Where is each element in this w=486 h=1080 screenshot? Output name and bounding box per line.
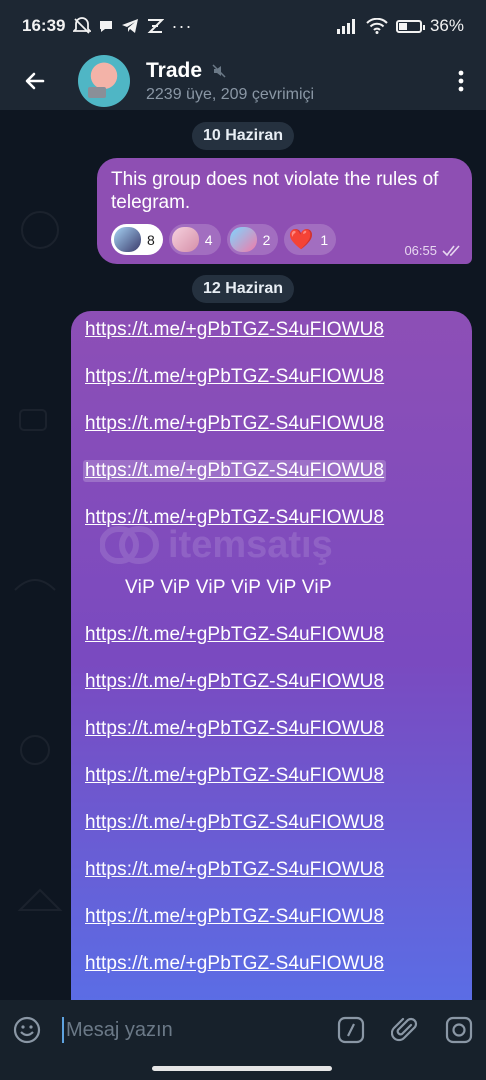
- reaction-chip[interactable]: 8: [111, 224, 163, 255]
- status-right-icons: 36%: [336, 16, 464, 36]
- status-bar: 16:39 ··· 36%: [0, 0, 486, 52]
- vip-text: ViP ViP ViP ViP ViP ViP: [125, 577, 332, 598]
- home-indicator[interactable]: [152, 1066, 332, 1071]
- battery-icon: [395, 19, 425, 33]
- status-time: 16:39: [22, 16, 66, 35]
- invite-link[interactable]: https://t.me/+gPbTGZ-S4uFIOWU8: [83, 460, 387, 482]
- reaction-count: 8: [147, 231, 155, 248]
- chat-title-block[interactable]: Trade 2239 üye, 209 çevrimiçi: [146, 59, 314, 104]
- invite-link[interactable]: https://t.me/+gPbTGZ-S4uFIOWU8: [85, 624, 384, 646]
- attach-button[interactable]: [378, 1000, 432, 1060]
- signal-icon: [336, 19, 355, 34]
- message-input[interactable]: Mesaj yazın: [54, 1010, 324, 1050]
- invite-link[interactable]: https://t.me/+gPbTGZ-S4uFIOWU8: [85, 671, 384, 693]
- more-dots-icon: ···: [171, 15, 193, 36]
- reaction-chip[interactable]: ❤️ 1: [284, 224, 337, 255]
- camera-button[interactable]: [432, 1000, 486, 1060]
- reaction-count: 2: [262, 231, 271, 248]
- battery-level: 36%: [429, 16, 464, 35]
- heart-icon: ❤️: [288, 229, 314, 251]
- date-separator: 12 Haziran: [191, 275, 295, 303]
- sticker-reaction-icon: [171, 227, 199, 252]
- watermark: itemsatış: [100, 520, 390, 570]
- text-caret: [62, 1017, 64, 1043]
- reaction-count: 1: [320, 231, 329, 248]
- app-icon: [148, 19, 165, 33]
- mute-icon: [73, 17, 92, 34]
- bot-commands-button[interactable]: [324, 1000, 378, 1060]
- emoji-icon: [13, 1016, 41, 1044]
- message-bubble[interactable]: https://t.me/+gPbTGZ-S4uFIOWU8 https://t…: [71, 311, 472, 1000]
- muted-icon: [212, 63, 226, 78]
- wifi-icon: [366, 18, 388, 34]
- invite-link[interactable]: https://t.me/+gPbTGZ-S4uFIOWU8: [85, 906, 384, 928]
- invite-link[interactable]: https://t.me/+gPbTGZ-S4uFIOWU8: [85, 718, 384, 740]
- paperclip-icon: [391, 1017, 418, 1042]
- more-options-button[interactable]: [436, 52, 486, 110]
- back-button[interactable]: [0, 52, 70, 110]
- message-text: This group does not violate the rules of…: [111, 169, 439, 213]
- invite-link[interactable]: https://t.me/+gPbTGZ-S4uFIOWU8: [85, 366, 384, 388]
- status-left-icons: ···: [73, 16, 192, 37]
- sticker-reaction-icon: [229, 227, 257, 252]
- back-arrow-icon: [25, 72, 45, 90]
- invite-link[interactable]: https://t.me/+gPbTGZ-S4uFIOWU8: [85, 413, 384, 435]
- invite-link[interactable]: https://t.me/+gPbTGZ-S4uFIOWU8: [85, 319, 384, 341]
- invite-link[interactable]: https://t.me/+gPbTGZ-S4uFIOWU8: [85, 765, 384, 787]
- date-separator: 10 Haziran: [191, 122, 295, 150]
- chat-header: Trade 2239 üye, 209 çevrimiçi: [0, 52, 486, 110]
- chat-title: Trade: [146, 58, 203, 82]
- chat-bubble-icon: [100, 21, 113, 32]
- message-list[interactable]: 10 Haziran This group does not violate t…: [0, 110, 486, 1000]
- watermark-text: itemsatış: [168, 523, 333, 566]
- invite-link[interactable]: https://t.me/+gPbTGZ-S4uFIOWU8: [85, 812, 384, 834]
- double-check-icon: [442, 244, 460, 256]
- more-vertical-icon: [458, 70, 464, 92]
- avatar-laptop: [88, 87, 106, 98]
- invite-link[interactable]: https://t.me/+gPbTGZ-S4uFIOWU8: [85, 953, 384, 975]
- watermark-logo-icon: [100, 526, 159, 564]
- invite-link[interactable]: https://t.me/+gPbTGZ-S4uFIOWU8: [85, 859, 384, 881]
- reaction-chip[interactable]: 4: [168, 224, 221, 255]
- emoji-button[interactable]: [0, 1000, 54, 1060]
- reaction-chip[interactable]: 2: [226, 224, 279, 255]
- sticker-reaction-icon: [114, 227, 141, 252]
- message-time: 06:55: [404, 243, 437, 258]
- message-input-placeholder: Mesaj yazın: [66, 1018, 173, 1041]
- telegram-icon: [122, 19, 139, 33]
- group-avatar[interactable]: [78, 55, 130, 107]
- message-bubble[interactable]: This group does not violate the rules of…: [97, 158, 472, 264]
- slash-command-icon: [337, 1016, 365, 1044]
- reaction-count: 4: [204, 231, 213, 248]
- camera-icon: [445, 1016, 473, 1044]
- chat-subtitle: 2239 üye, 209 çevrimiçi: [146, 85, 315, 103]
- message-composer: Mesaj yazın: [0, 1000, 486, 1060]
- message-meta: 06:55: [404, 243, 462, 258]
